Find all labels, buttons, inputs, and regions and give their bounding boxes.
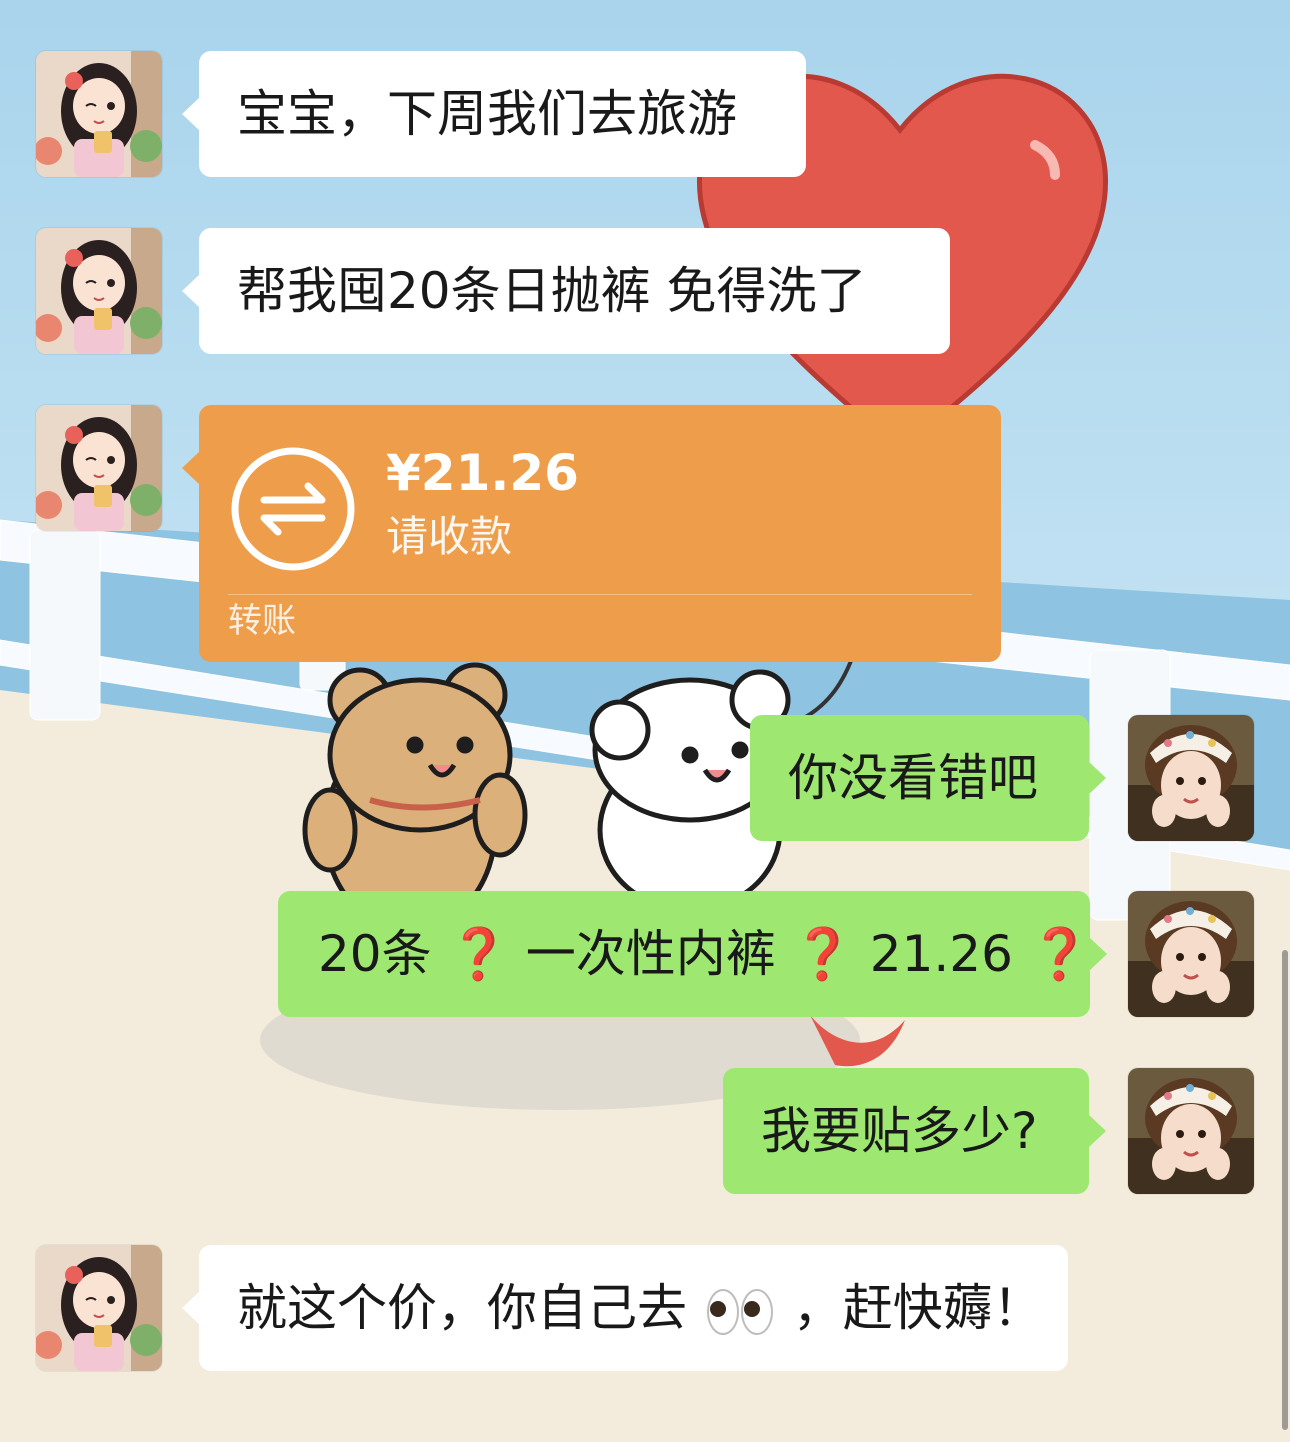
cartoon-girl-avatar[interactable]	[36, 228, 162, 354]
photo-girl-avatar[interactable]	[1128, 1068, 1254, 1194]
message-text-part: ，赶快薅！	[792, 1279, 1043, 1337]
chat-bubble-self[interactable]: 我要贴多少?	[723, 1068, 1106, 1194]
message-text: 帮我囤20条日抛裤 免得洗了	[237, 262, 867, 320]
scrollbar[interactable]	[1282, 950, 1288, 1430]
chat-bubble-self[interactable]: 20条 ❓ 一次性内裤 ❓ 21.26 ❓	[278, 891, 1107, 1017]
transfer-label: 转账	[228, 601, 296, 641]
cartoon-girl-avatar[interactable]	[36, 51, 162, 177]
message-text: 你没看错吧	[788, 749, 1038, 807]
transfer-card[interactable]: ¥21.26 请收款 转账	[182, 405, 1001, 662]
message-text-part: 就这个价，你自己去	[237, 1279, 687, 1337]
divider	[228, 594, 972, 595]
chat-wallpaper	[0, 0, 1290, 1442]
eyes-emoji-icon	[706, 1288, 773, 1335]
question-mark-emoji: ❓	[1028, 925, 1092, 983]
message-text: 我要贴多少?	[761, 1102, 1038, 1160]
message-text-part: 21.26	[869, 925, 1013, 983]
chat-bubble-other[interactable]: 就这个价，你自己去 ，赶快薅！	[182, 1245, 1068, 1371]
cartoon-girl-avatar[interactable]	[36, 1245, 162, 1371]
photo-girl-avatar[interactable]	[1128, 891, 1254, 1017]
transfer-amount: ¥21.26	[386, 444, 579, 502]
chat-bubble-other[interactable]: 帮我囤20条日抛裤 免得洗了	[182, 228, 950, 354]
question-mark-emoji: ❓	[791, 925, 854, 983]
transfer-status: 请收款	[386, 512, 513, 561]
message-text: 宝宝，下周我们去旅游	[237, 85, 737, 143]
transfer-arrows-icon	[231, 447, 355, 571]
question-mark-emoji: ❓	[447, 925, 510, 983]
chat-bubble-self[interactable]: 你没看错吧	[750, 715, 1106, 841]
photo-girl-avatar[interactable]	[1128, 715, 1254, 841]
cartoon-girl-avatar[interactable]	[36, 405, 162, 531]
message-text-part: 20条	[318, 925, 432, 983]
message-text-part: 一次性内裤	[525, 925, 776, 983]
chat-bubble-other[interactable]: 宝宝，下周我们去旅游	[182, 51, 806, 177]
